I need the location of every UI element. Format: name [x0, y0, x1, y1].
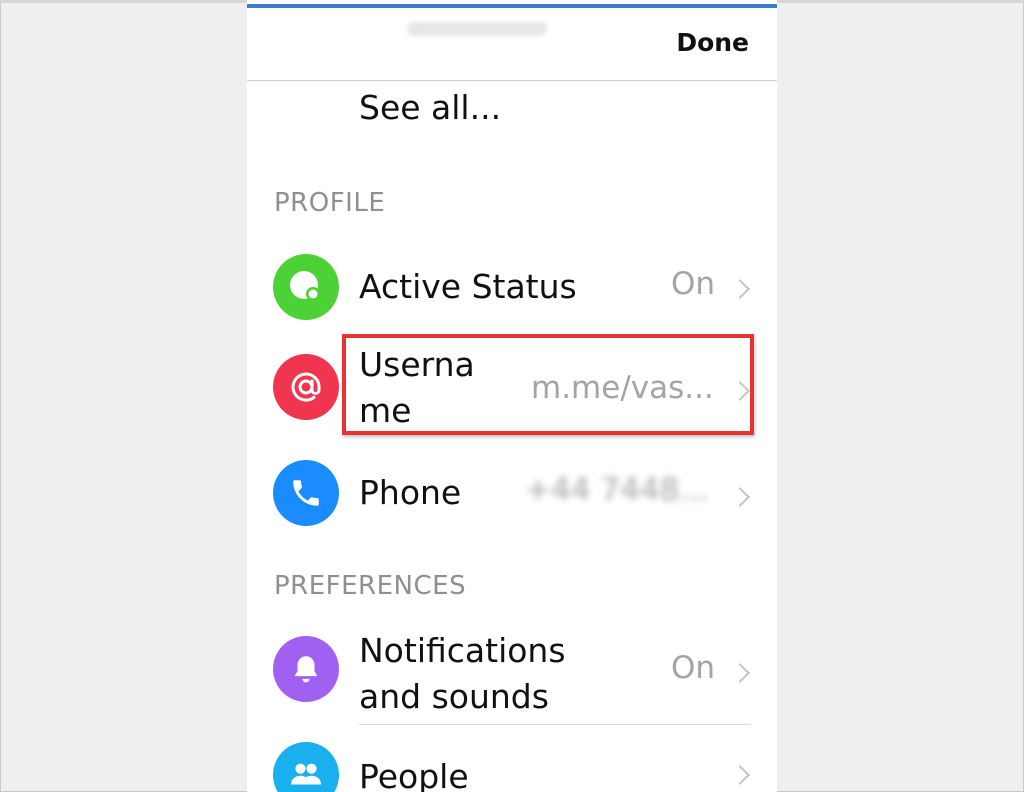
active-status-icon	[273, 254, 339, 320]
active-status-row[interactable]: Active Status On	[247, 252, 777, 322]
notifications-value: On	[671, 650, 716, 686]
see-all-link[interactable]: See all...	[359, 88, 501, 127]
notifications-label-line1: Notifications	[359, 631, 566, 670]
notifications-row[interactable]: Notifications and sounds On	[247, 626, 777, 722]
done-button[interactable]: Done	[676, 28, 749, 57]
active-status-value: On	[671, 266, 716, 302]
chevron-right-icon	[730, 663, 750, 683]
phone-label: Phone	[359, 473, 462, 512]
people-label: People	[359, 757, 469, 792]
notifications-label-line2: and sounds	[359, 677, 549, 716]
row-divider	[359, 724, 751, 725]
preferences-section-header: PREFERENCES	[274, 571, 467, 601]
phone-row[interactable]: Phone +44 7448...	[247, 458, 777, 530]
chevron-right-icon	[730, 279, 750, 299]
chevron-right-icon	[730, 487, 750, 507]
active-status-label: Active Status	[359, 267, 577, 306]
people-icon	[273, 742, 339, 792]
bell-icon	[273, 636, 339, 702]
blurred-nav-title	[407, 22, 547, 36]
phone-icon	[273, 460, 339, 526]
people-row[interactable]: People	[247, 740, 777, 792]
chevron-right-icon	[730, 765, 750, 785]
profile-section-header: PROFILE	[274, 188, 386, 218]
notifications-label: Notifications and sounds	[359, 628, 566, 720]
username-highlight-box	[342, 334, 754, 435]
navigation-bar: Done	[247, 8, 777, 81]
at-sign-icon	[273, 354, 339, 420]
phone-value: +44 7448...	[525, 472, 709, 508]
